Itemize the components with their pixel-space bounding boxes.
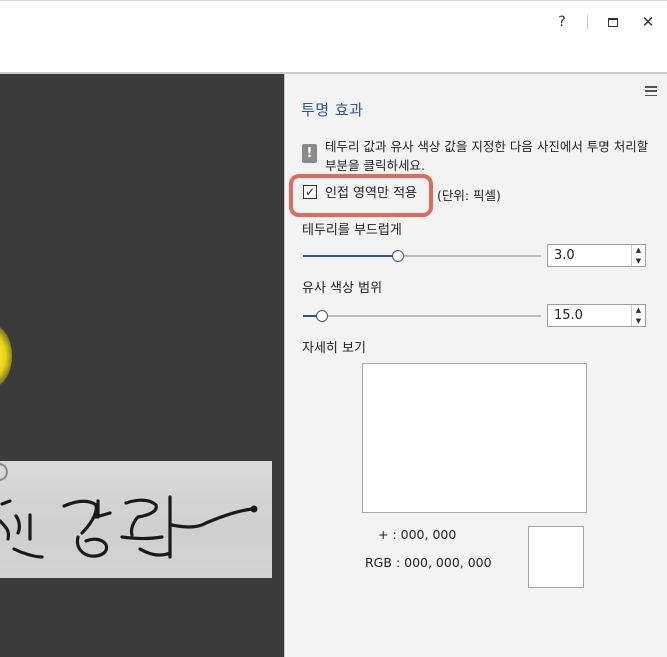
- crosshair-icon: +: [378, 527, 389, 542]
- title-bar-border: [0, 0, 667, 1]
- rgb-row: RGB : 000, 000, 000: [365, 555, 492, 570]
- soften-edges-spinbox[interactable]: 3.0 ▲ ▼: [547, 244, 646, 267]
- color-swatch: [528, 526, 584, 588]
- spin-up-icon[interactable]: ▲: [636, 306, 641, 314]
- title-bar: ? ✕: [0, 0, 667, 46]
- coordinates-row: + : 000, 000: [378, 527, 456, 542]
- handwriting-strokes: [0, 495, 258, 559]
- document-workspace[interactable]: [0, 74, 284, 657]
- spin-up-icon[interactable]: ▲: [636, 246, 641, 254]
- similar-color-slider[interactable]: [303, 310, 541, 322]
- soften-edges-slider-fill: [303, 255, 398, 257]
- similar-color-spin-arrows[interactable]: ▲ ▼: [631, 305, 645, 326]
- similar-color-spinbox[interactable]: 15.0 ▲ ▼: [547, 304, 646, 327]
- help-button[interactable]: ?: [550, 10, 574, 34]
- maximize-icon: [608, 17, 618, 27]
- signature-image[interactable]: [0, 461, 272, 578]
- soften-edges-slider-thumb[interactable]: [392, 250, 404, 262]
- panel-title: 투명 효과: [301, 101, 364, 119]
- similar-color-slider-thumb[interactable]: [316, 310, 328, 322]
- info-text: 테두리 값과 유사 색상 값을 지정한 다음 사진에서 투명 처리할 부분을 클…: [325, 139, 649, 173]
- soften-edges-value[interactable]: 3.0: [554, 248, 575, 263]
- spin-down-icon[interactable]: ▼: [636, 257, 641, 265]
- similar-color-label: 유사 색상 범위: [302, 281, 383, 296]
- detail-view-label: 자세히 보기: [302, 341, 366, 356]
- title-bar-separator: [587, 15, 588, 29]
- detail-preview: [362, 363, 587, 513]
- soften-edges-label: 테두리를 부드럽게: [302, 223, 402, 238]
- soften-edges-spin-arrows[interactable]: ▲ ▼: [631, 245, 645, 266]
- panel-menu-icon[interactable]: [645, 86, 657, 96]
- annotation-highlight: [289, 174, 433, 217]
- rgb-value: : 000, 000, 000: [395, 555, 492, 570]
- unit-label: (단위: 픽셀): [437, 188, 501, 203]
- rgb-label: RGB: [365, 555, 392, 570]
- maximize-button[interactable]: [601, 10, 625, 34]
- info-icon: !: [302, 144, 317, 163]
- spin-down-icon[interactable]: ▼: [636, 317, 641, 325]
- close-button[interactable]: ✕: [636, 10, 660, 34]
- soften-edges-slider[interactable]: [303, 250, 541, 262]
- cursor-highlight: [0, 324, 12, 388]
- transparency-effect-panel: 투명 효과 ! 테두리 값과 유사 색상 값을 지정한 다음 사진에서 투명 처…: [284, 74, 667, 657]
- similar-color-value[interactable]: 15.0: [554, 308, 583, 323]
- coordinates-value: : 000, 000: [392, 527, 457, 542]
